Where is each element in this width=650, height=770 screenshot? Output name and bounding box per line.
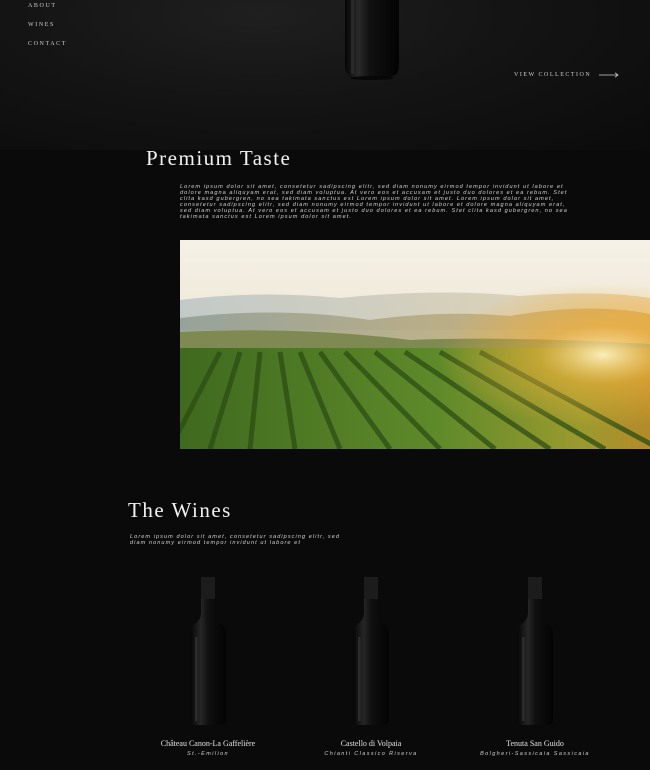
hero-wine-bottle-image (345, 0, 399, 80)
view-collection-link[interactable]: VIEW COLLECTION (514, 72, 619, 78)
wine-bottle-image (517, 577, 553, 725)
wine-name: Tenuta San Guido (506, 739, 564, 748)
the-wines-text: Lorem ipsum dolor sit amet, consetetur s… (130, 534, 341, 546)
wine-name: Castello di Volpaia (340, 739, 402, 748)
wine-bottle-image (353, 577, 389, 725)
premium-taste-heading: Premium Taste (146, 146, 292, 170)
the-wines-heading: The Wines (128, 498, 232, 522)
premium-taste-text: Lorem ipsum dolor sit amet, consetetur s… (180, 184, 568, 220)
arrow-right-icon (599, 72, 619, 78)
nav-item-wines[interactable]: WINES (28, 22, 55, 28)
wine-region: Bolgheri-Sassicaia Sassicaia (480, 751, 590, 757)
wine-region: Chianti Classico Riserva (324, 751, 418, 757)
nav-item-contact[interactable]: CONTACT (28, 41, 67, 47)
wine-region: St.-Emilion (187, 751, 229, 757)
wine-bottle-image (190, 577, 226, 725)
vineyard-image (180, 240, 650, 449)
wine-name: Château Canon-La Gaffelière (160, 739, 256, 748)
view-collection-label: VIEW COLLECTION (514, 72, 592, 78)
nav-item-about[interactable]: ABOUT (28, 3, 57, 9)
